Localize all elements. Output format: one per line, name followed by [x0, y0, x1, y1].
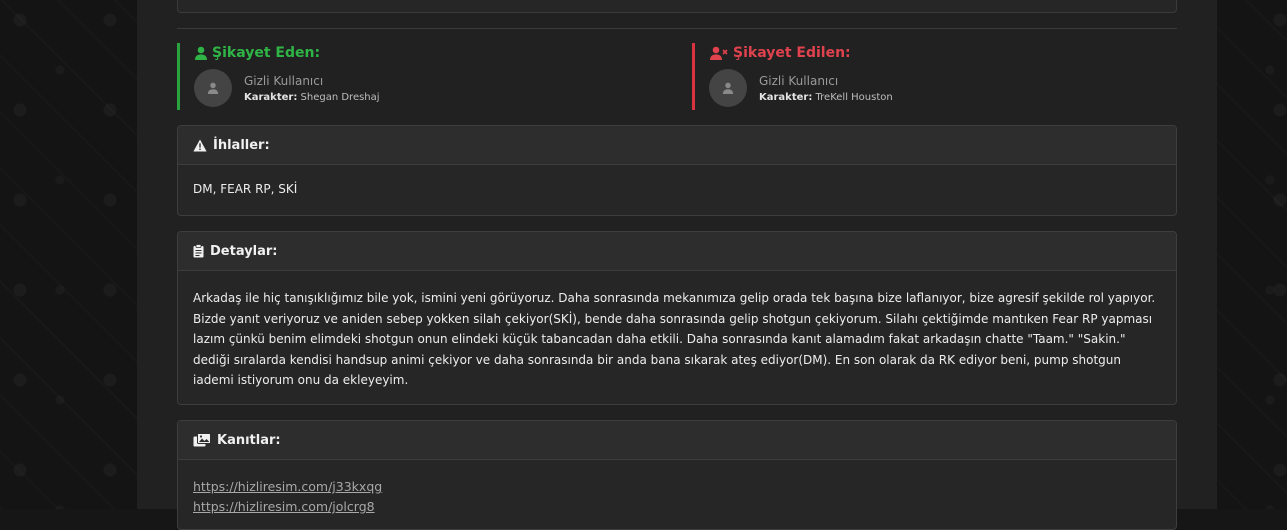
complainant-section: Şikayet Eden: Gizli Kullanıcı Karakter: … [177, 43, 657, 110]
avatar-user-icon [722, 82, 734, 94]
divider [177, 28, 1177, 29]
evidence-links: https://hizliresim.com/j33kxqg https://h… [178, 460, 1176, 517]
user-times-icon [709, 46, 729, 60]
evidence-link[interactable]: https://hizliresim.com/j33kxqg [193, 477, 1161, 497]
character-label: Karakter: [244, 91, 298, 103]
avatar[interactable] [709, 69, 747, 107]
evidence-card: Kanıtlar: https://hizliresim.com/j33kxqg… [177, 420, 1177, 530]
details-card: Detaylar: Arkadaş ile hiç tanışıklığımız… [177, 231, 1177, 405]
images-icon [193, 433, 211, 447]
evidence-title: Kanıtlar: [217, 432, 281, 448]
complaint-container: Şikayet Eden: Gizli Kullanıcı Karakter: … [137, 0, 1217, 530]
evidence-link[interactable]: https://hizliresim.com/jolcrg8 [193, 497, 1161, 517]
details-title: Detaylar: [210, 243, 278, 259]
reported-section: Şikayet Edilen: Gizli Kullanıcı Karakter… [692, 43, 1172, 110]
clipboard-icon [193, 244, 204, 258]
user-icon [194, 46, 208, 60]
complainant-title-row: Şikayet Eden: [194, 45, 657, 61]
details-text: Arkadaş ile hiç tanışıklığımız bile yok,… [193, 291, 1156, 388]
violations-title: İhlaller: [213, 137, 270, 153]
violations-card: İhlaller: DM, FEAR RP, SKİ [177, 125, 1177, 216]
reported-character-name: TreKell Houston [815, 91, 893, 103]
avatar-user-icon [207, 82, 219, 94]
complainant-user-name: Gizli Kullanıcı [244, 73, 324, 88]
reported-title-row: Şikayet Edilen: [709, 45, 1172, 61]
character-label: Karakter: [759, 91, 813, 103]
reported-user-name: Gizli Kullanıcı [759, 73, 839, 88]
complainant-character-name: Shegan Dreshaj [300, 91, 380, 103]
avatar[interactable] [194, 69, 232, 107]
complainant-character: Karakter: Shegan Dreshaj [244, 92, 380, 103]
previous-card-edge [177, 0, 1177, 13]
reported-user: Gizli Kullanıcı Karakter: TreKell Housto… [709, 69, 1172, 107]
details-header: Detaylar: [178, 232, 1176, 271]
reported-character: Karakter: TreKell Houston [759, 92, 893, 103]
warning-icon [193, 139, 207, 152]
complainant-user: Gizli Kullanıcı Karakter: Shegan Dreshaj [194, 69, 657, 107]
evidence-header: Kanıtlar: [178, 421, 1176, 460]
complainant-title: Şikayet Eden: [212, 45, 321, 61]
violations-header: İhlaller: [178, 126, 1176, 165]
violations-text: DM, FEAR RP, SKİ [193, 182, 298, 196]
reported-title: Şikayet Edilen: [733, 45, 851, 61]
